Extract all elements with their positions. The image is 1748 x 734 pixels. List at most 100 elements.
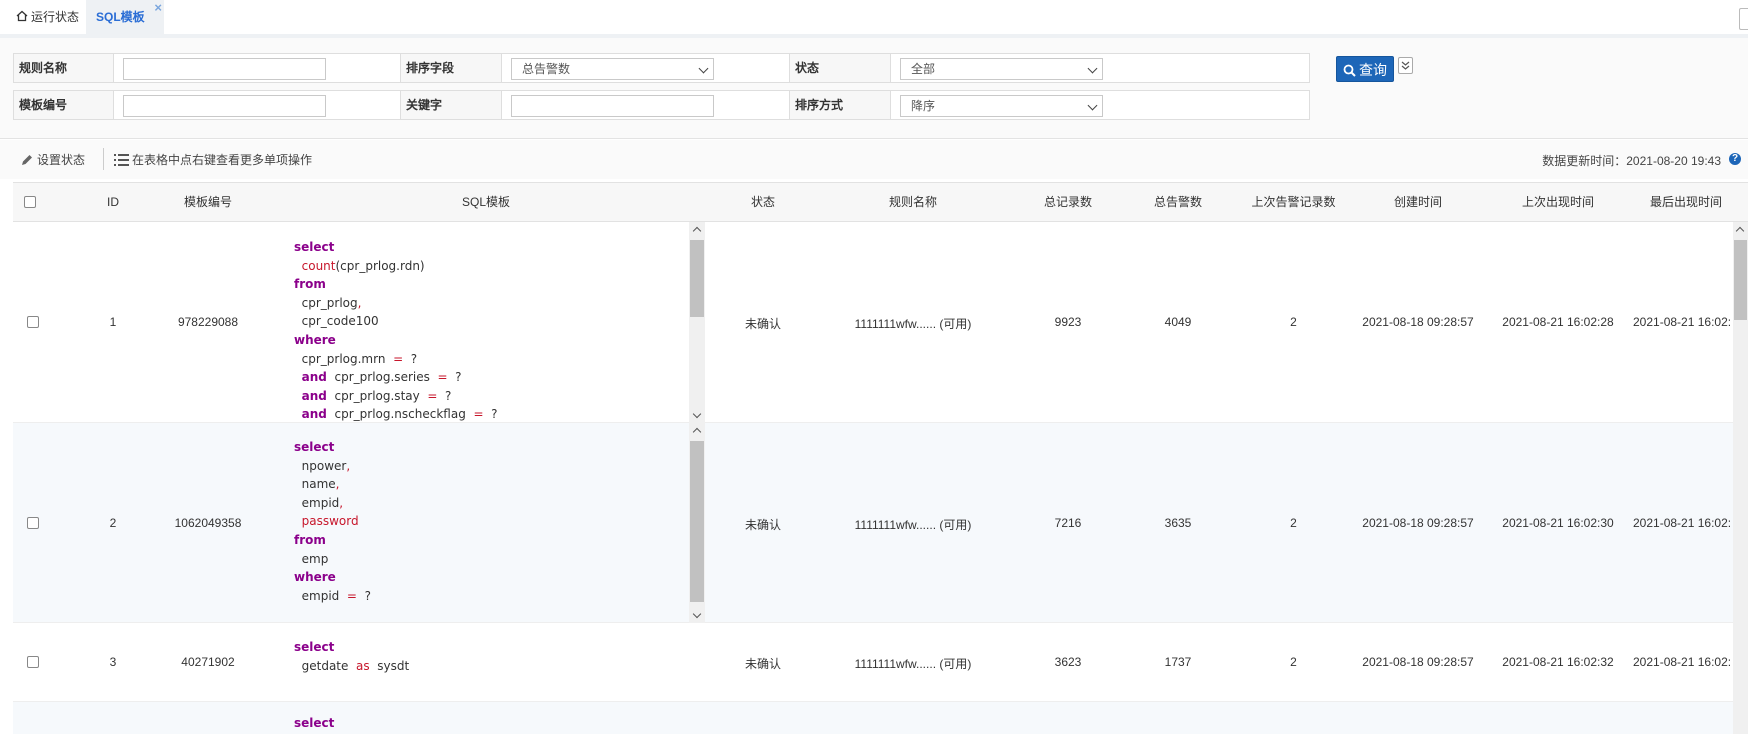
table-row[interactable]: 1 978229088 select count(cpr_prlog.rdn) f… [13,222,1733,423]
status-select[interactable]: 全部 [900,58,1103,80]
cell-status: 未确认 [744,518,781,532]
sql-keyword: and [301,370,327,385]
sql-text: empid [294,495,340,510]
tab-label: SQL模板 [96,10,145,24]
sql-token: password [301,514,359,529]
table-body: 1 978229088 select count(cpr_prlog.rdn) f… [13,222,1748,734]
chevron-up-icon [692,226,702,236]
status-label: 状态 [790,54,890,82]
scrollbar-thumb[interactable] [690,441,704,602]
sql-keyword: from [294,532,326,547]
cell-final-seen: 2021-08-21 16:02: [1633,655,1732,669]
sql-text: empid [294,588,347,603]
sql-text: cpr_prlog.stay [326,388,428,403]
filter-row: 规则名称 排序字段 总告警数 状态 全部 [13,53,1310,83]
sql-keyword: select [294,716,335,730]
cell-total-alerts: 3635 [1164,516,1192,530]
sql-code: select getdate as sysdt [269,623,703,675]
sql-text: cpr_prlog.nscheckflag [326,407,474,422]
context-hint-text: 在表格中点右键查看更多单项操作 [132,153,313,167]
cell-last-alert-records: 2 [1290,516,1297,530]
sql-line: npower, [294,457,703,476]
double-chevron-down-icon [1401,61,1410,70]
home-icon [16,10,28,22]
sql-code: select [269,702,703,733]
sql-text: ? [447,370,462,385]
cell-sql-template: select getdate as sysdt [269,623,703,702]
cell-status: 未确认 [744,317,781,331]
header-final-seen[interactable]: 最后出现时间 [1631,183,1741,221]
sort-field-select[interactable]: 总告警数 [511,58,714,80]
keyword-input[interactable] [511,95,714,117]
header-created[interactable]: 创建时间 [1353,183,1483,221]
sql-text: cpr_prlog [294,295,358,310]
sql-text: emp [294,551,329,566]
sql-line: emp [294,550,703,569]
expand-filters-button[interactable] [1398,57,1413,74]
help-icon[interactable]: ? [1729,153,1741,165]
header-status[interactable]: 状态 [708,183,818,221]
sql-line: from [294,275,703,294]
row-checkbox[interactable] [27,316,39,328]
sort-order-select[interactable]: 降序 [900,95,1103,117]
row-checkbox[interactable] [27,656,39,668]
cell-id: 1 [109,315,117,329]
cell-last-seen: 2021-08-21 16:02:30 [1502,516,1614,530]
table-row[interactable]: 2 1062049358 select npower, name, empid,… [13,423,1733,623]
header-template-no[interactable]: 模板编号 [153,183,263,221]
header-total-records[interactable]: 总记录数 [1018,183,1118,221]
row-checkbox[interactable] [27,517,39,529]
scrollbar-thumb[interactable] [690,240,704,317]
header-last-seen[interactable]: 上次出现时间 [1493,183,1623,221]
header-id[interactable]: ID [73,183,153,221]
sql-token: , [357,295,362,310]
select-value: 总告警数 [522,62,571,76]
context-hint: 在表格中点右键查看更多单项操作 [114,152,312,168]
sql-text: ? [437,388,452,403]
tab-sql-template[interactable]: SQL模板 × [86,0,164,34]
sql-text: (cpr_prlog.rdn) [335,258,425,273]
template-no-label: 模板编号 [14,91,113,119]
select-all-checkbox[interactable] [24,196,36,208]
table-row[interactable]: select [13,702,1733,734]
chevron-down-icon [1087,100,1098,111]
rule-name-input[interactable] [123,58,326,80]
sql-scrollbar[interactable] [689,423,705,623]
tab-label: 运行状态 [31,10,80,24]
set-status-button[interactable]: 设置状态 [20,152,85,168]
cell-final-seen: 2021-08-21 16:02: [1633,516,1732,530]
sql-keyword: select [294,440,335,454]
panel-toggle[interactable] [1739,8,1748,30]
template-no-input[interactable] [123,95,326,117]
sql-token: = [346,588,357,603]
table-scrollbar[interactable] [1733,222,1748,734]
select-value: 全部 [911,62,936,76]
header-rule-name[interactable]: 规则名称 [823,183,1003,221]
header-total-alerts[interactable]: 总告警数 [1128,183,1228,221]
header-last-alert-records[interactable]: 上次告警记录数 [1236,183,1351,221]
sql-token: , [346,458,351,473]
sort-order-label: 排序方式 [790,91,890,119]
header-sql-template[interactable]: SQL模板 [269,183,703,221]
sql-line: and cpr_prlog.stay = ? [294,387,703,406]
query-button[interactable]: 查询 [1336,56,1394,82]
sql-text: ? [403,351,418,366]
search-icon [1343,64,1356,77]
sql-scrollbar[interactable] [689,222,705,423]
cell-total-records: 7216 [1054,516,1082,530]
set-status-label: 设置状态 [37,153,86,167]
cell-last-seen: 2021-08-21 16:02:28 [1502,315,1614,329]
tab-run-status[interactable]: 运行状态 [6,0,89,34]
cell-rule-name: 1111111wfw...... (可用) [854,518,972,532]
close-icon[interactable]: × [154,0,162,25]
scrollbar-thumb[interactable] [1734,240,1747,320]
table-row[interactable]: 3 40271902 select getdate as sysdt 未确认 1… [13,623,1733,702]
sql-text: getdate [294,658,357,673]
sql-keyword: and [301,388,327,403]
cell-last-alert-records: 2 [1290,655,1297,669]
sql-line: and cpr_prlog.series = ? [294,368,703,387]
